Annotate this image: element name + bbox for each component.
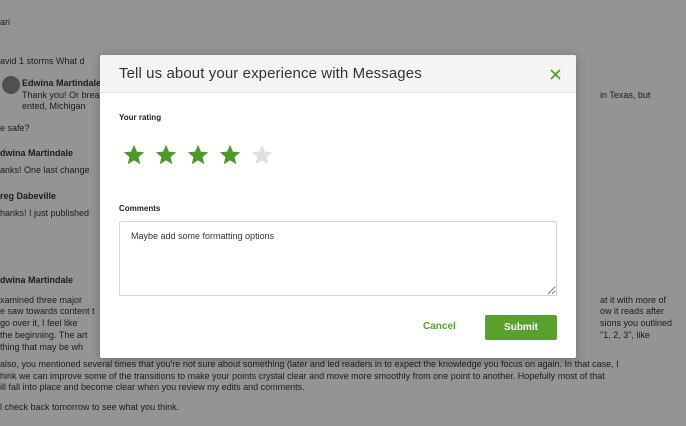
feedback-dialog: Tell us about your experience with Messa… [100,55,576,358]
close-icon [550,69,560,79]
dialog-title: Tell us about your experience with Messa… [119,65,422,82]
close-button[interactable] [546,65,564,83]
submit-button[interactable]: Submit [485,315,557,340]
comments-textarea[interactable] [119,221,557,296]
cancel-button[interactable]: Cancel [423,321,456,332]
star-empty-icon[interactable] [250,143,274,167]
dialog-header: Tell us about your experience with Messa… [100,55,576,93]
star-rating[interactable] [122,143,274,167]
star-filled-icon[interactable] [186,143,210,167]
star-filled-icon[interactable] [122,143,146,167]
rating-label: Your rating [119,113,162,122]
star-filled-icon[interactable] [218,143,242,167]
comments-label: Comments [119,204,161,213]
star-filled-icon[interactable] [154,143,178,167]
